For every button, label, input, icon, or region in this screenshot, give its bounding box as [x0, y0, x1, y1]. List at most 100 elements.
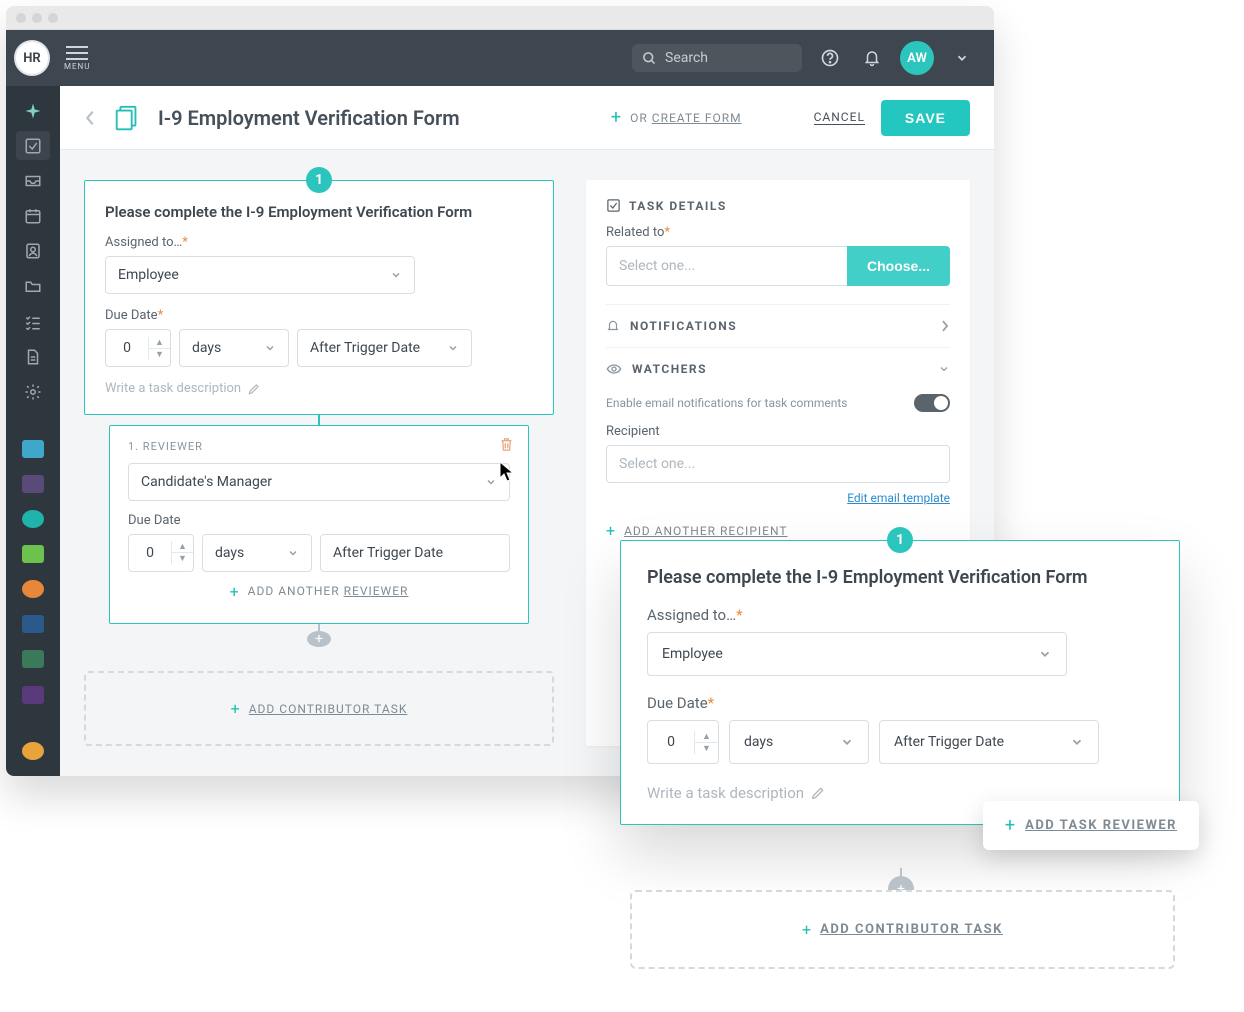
plus-icon: +	[231, 699, 241, 718]
nav-item-1[interactable]	[16, 96, 50, 125]
gear-icon	[24, 383, 42, 401]
reviewer-due-unit[interactable]: days	[202, 534, 312, 572]
due-relative-select[interactable]: After Trigger Date	[297, 329, 472, 367]
app-chip-icon	[22, 742, 44, 760]
save-button[interactable]: SAVE	[881, 100, 970, 136]
plus-icon: +	[611, 107, 622, 128]
watchers-section-toggle[interactable]: WATCHERS	[606, 347, 950, 390]
step-down[interactable]: ▼	[695, 743, 718, 754]
reviewer-select[interactable]: Candidate's Manager	[128, 463, 510, 501]
chevron-down-icon	[938, 363, 950, 375]
chevron-down-icon	[485, 476, 497, 488]
nav-item-document[interactable]	[16, 342, 50, 371]
list-check-icon	[24, 314, 42, 330]
task-description-input[interactable]: Write a task description	[105, 381, 533, 396]
reviewer-due-number[interactable]: 0 ▲▼	[128, 534, 194, 572]
choose-button[interactable]: Choose...	[847, 246, 950, 286]
email-toggle[interactable]	[914, 394, 950, 412]
nav-item-calendar[interactable]	[16, 201, 50, 230]
chevron-down-icon	[390, 269, 402, 281]
menu-button[interactable]: MENU	[64, 46, 90, 71]
add-reviewer-link[interactable]: + ADD ANOTHER REVIEWER	[128, 572, 510, 611]
cancel-button[interactable]: CANCEL	[814, 110, 865, 125]
due-unit-select[interactable]: days	[179, 329, 289, 367]
nav-item-inbox[interactable]	[16, 166, 50, 195]
overlay-due-unit[interactable]: days	[729, 720, 869, 764]
recipient-select[interactable]: Select one...	[606, 445, 950, 483]
eye-icon	[606, 363, 622, 375]
edit-email-template-link[interactable]: Edit email template	[847, 491, 950, 505]
plus-icon: +	[1005, 815, 1015, 836]
avatar[interactable]: AW	[900, 41, 934, 75]
nav-app-7[interactable]	[16, 645, 50, 674]
step-up[interactable]: ▲	[149, 337, 170, 349]
nav-app-4[interactable]	[16, 539, 50, 568]
nav-item-people[interactable]	[16, 237, 50, 266]
overlay-due-number[interactable]: 0 ▲▼	[647, 720, 719, 764]
pencil-icon	[810, 785, 826, 801]
nav-app-9[interactable]	[16, 737, 50, 766]
app-chip-icon	[22, 475, 44, 493]
bell-icon	[863, 49, 881, 67]
plus-icon: +	[802, 920, 812, 939]
notifications-button[interactable]	[858, 44, 886, 72]
help-button[interactable]	[816, 44, 844, 72]
overlay-due-relative[interactable]: After Trigger Date	[879, 720, 1099, 764]
nav-item-checklist[interactable]	[16, 307, 50, 336]
delete-reviewer-button[interactable]	[499, 436, 514, 453]
help-icon	[820, 48, 840, 68]
app-chip-icon	[22, 545, 44, 563]
traffic-light-close[interactable]	[16, 13, 26, 23]
reviewer-due-relative[interactable]: After Trigger Date	[320, 534, 510, 572]
step-down[interactable]: ▼	[172, 553, 193, 564]
overlay-assigned-select[interactable]: Employee	[647, 632, 1067, 676]
account-menu-toggle[interactable]	[948, 44, 976, 72]
nav-app-2[interactable]	[16, 469, 50, 498]
step-down[interactable]: ▼	[149, 349, 170, 360]
overlay-description-input[interactable]: Write a task description	[647, 784, 1153, 802]
search-input[interactable]: Search	[632, 44, 802, 72]
notifications-section-toggle[interactable]: NOTIFICATIONS	[606, 304, 950, 347]
add-node-button[interactable]: +	[307, 631, 331, 647]
plus-icon: +	[230, 582, 240, 601]
chevron-down-icon	[447, 342, 459, 354]
logo[interactable]: HR	[14, 40, 50, 76]
related-to-select[interactable]: Select one...	[606, 246, 847, 286]
nav-item-settings[interactable]	[16, 377, 50, 406]
traffic-light-max[interactable]	[48, 13, 58, 23]
app-chip-icon	[22, 510, 44, 528]
sparkle-icon	[23, 101, 43, 121]
due-number-input[interactable]: 0 ▲ ▼	[105, 329, 171, 367]
assigned-select[interactable]: Employee	[105, 256, 415, 294]
window-chrome	[6, 6, 994, 30]
connector-line	[318, 415, 320, 425]
nav-app-1[interactable]	[16, 434, 50, 463]
assigned-label: Assigned to…*	[105, 235, 533, 250]
page-title: I-9 Employment Verification Form	[158, 106, 460, 130]
add-contributor-area[interactable]: + ADD CONTRIBUTOR TASK	[84, 671, 554, 746]
traffic-light-min[interactable]	[32, 13, 42, 23]
step-up[interactable]: ▲	[695, 731, 718, 743]
nav-app-5[interactable]	[16, 575, 50, 604]
pencil-icon	[247, 382, 261, 396]
overlay-heading: Please complete the I-9 Employment Verif…	[647, 567, 1153, 588]
bell-icon	[606, 319, 620, 333]
calendar-icon	[24, 207, 42, 225]
back-button[interactable]	[84, 109, 96, 127]
create-form-link[interactable]: + OR CREATE FORM	[611, 107, 742, 128]
overlay-add-contributor[interactable]: + ADD CONTRIBUTOR TASK	[630, 890, 1175, 969]
topbar: HR MENU Search AW	[6, 30, 994, 86]
nav-app-3[interactable]	[16, 504, 50, 533]
task-heading: Please complete the I-9 Employment Verif…	[105, 203, 533, 221]
add-task-reviewer-button[interactable]: + ADD TASK REVIEWER	[983, 801, 1199, 850]
nav-item-tasks[interactable]	[16, 131, 50, 160]
nav-app-6[interactable]	[16, 610, 50, 639]
nav-item-folder[interactable]	[16, 272, 50, 301]
email-toggle-label: Enable email notifications for task comm…	[606, 396, 848, 410]
number-stepper: ▲ ▼	[148, 337, 170, 360]
step-up[interactable]: ▲	[172, 541, 193, 553]
reviewer-title: 1. REVIEWER	[128, 440, 510, 453]
nav-app-8[interactable]	[16, 680, 50, 709]
task-column: 1 Please complete the I-9 Employment Ver…	[84, 180, 554, 746]
search-placeholder: Search	[665, 50, 708, 66]
